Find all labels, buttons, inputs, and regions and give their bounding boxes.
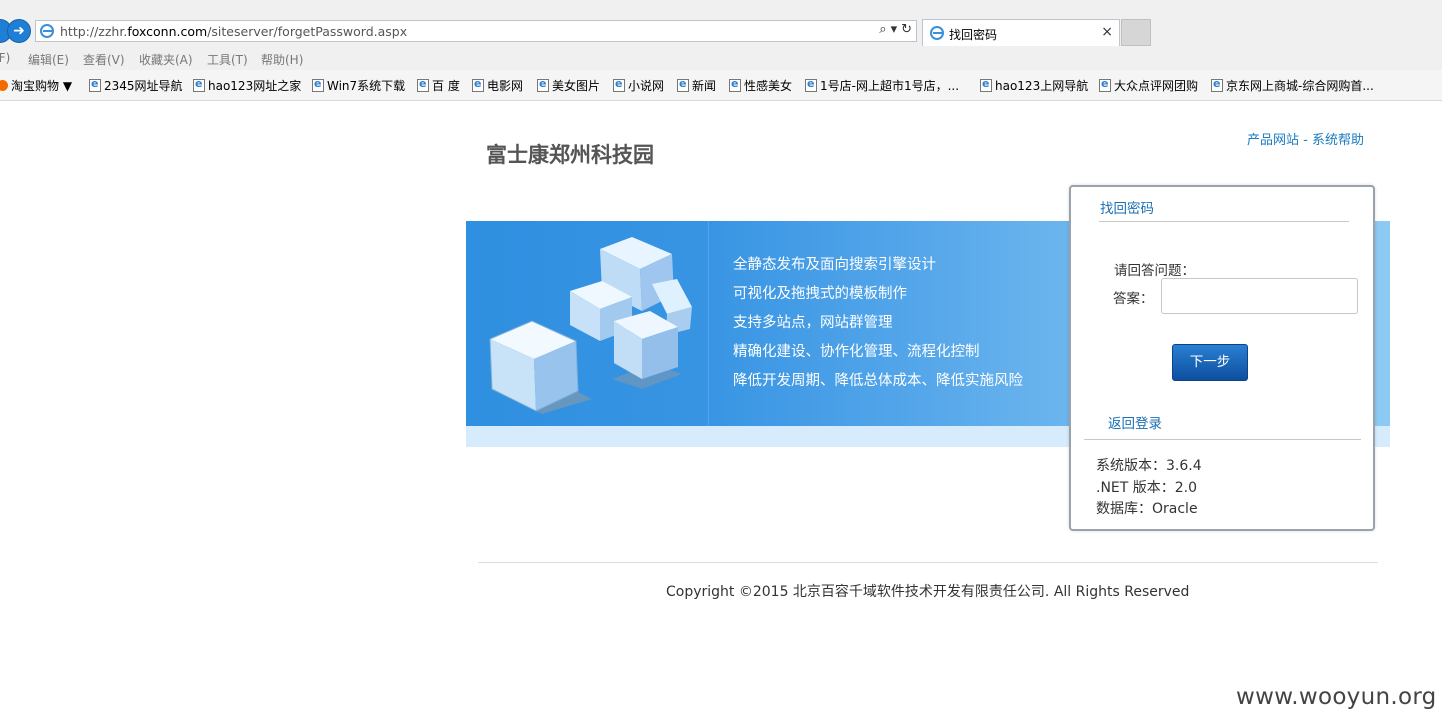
answer-label: 答案：: [1113, 291, 1154, 307]
feature-item: 精确化建设、协作化管理、流程化控制: [733, 344, 980, 360]
banner-divider: [708, 221, 709, 426]
tab-forget-password[interactable]: 找回密码 ×: [922, 19, 1120, 46]
menu-file[interactable]: (F): [0, 51, 10, 65]
refresh-icon[interactable]: ↻: [901, 22, 912, 37]
new-tab-button[interactable]: [1121, 19, 1151, 46]
dropdown-icon[interactable]: ▾: [891, 22, 898, 37]
database-info: 数据库：Oracle: [1096, 501, 1198, 517]
fav-item-baidu[interactable]: 百 度: [417, 77, 460, 94]
ie-page-icon: [472, 77, 484, 92]
copyright-text: Copyright ©2015 北京百容千域软件技术开发有限责任公司. All …: [666, 584, 1190, 600]
menu-bar: (F) 编辑(E) 查看(V) 收藏夹(A) 工具(T) 帮助(H): [0, 48, 1442, 70]
ie-page-icon: [1099, 77, 1111, 92]
fav-item-novel[interactable]: 小说网: [613, 77, 664, 94]
feature-item: 全静态发布及面向搜索引擎设计: [733, 257, 936, 273]
net-version: .NET 版本：2.0: [1096, 480, 1198, 496]
system-version: 系统版本：3.6.4: [1096, 458, 1202, 474]
menu-tools[interactable]: 工具(T): [207, 51, 248, 68]
fav-item-dianping[interactable]: 大众点评网团购: [1099, 77, 1198, 94]
feature-item: 降低开发周期、降低总体成本、降低实施风险: [733, 373, 1023, 389]
question-label: 请回答问题：: [1114, 263, 1195, 279]
ie-icon: [930, 26, 944, 40]
fav-item-hao123-nav[interactable]: hao123上网导航: [980, 77, 1088, 94]
menu-view[interactable]: 查看(V): [83, 51, 125, 68]
menu-favorites[interactable]: 收藏夹(A): [139, 51, 193, 68]
link-separator: -: [1299, 133, 1312, 148]
divider: [1099, 221, 1349, 222]
footer-divider: [478, 562, 1378, 563]
feature-item: 可视化及拖拽式的模板制作: [733, 286, 907, 302]
browser-toolbar: ➜ http://zzhr.foxconn.com/siteserver/for…: [0, 0, 1442, 48]
cubes-illustration: [489, 237, 692, 414]
ie-page-icon: [537, 77, 549, 92]
ie-icon: [40, 24, 54, 38]
fav-item-movie[interactable]: 电影网: [472, 77, 523, 94]
fav-item-pictures[interactable]: 美女图片: [537, 77, 600, 94]
panel-title: 找回密码: [1100, 201, 1154, 217]
forget-password-panel: 找回密码 请回答问题： 答案： 下一步 返回登录 系统版本：3.6.4 .NET…: [1069, 185, 1375, 531]
ie-page-icon: [980, 77, 992, 92]
divider: [1084, 439, 1361, 440]
next-button[interactable]: 下一步: [1172, 344, 1248, 381]
url-text[interactable]: http://zzhr.foxconn.com/siteserver/forge…: [60, 24, 407, 39]
answer-input[interactable]: [1161, 278, 1358, 314]
menu-edit[interactable]: 编辑(E): [28, 51, 69, 68]
search-icon[interactable]: ⌕: [879, 22, 886, 37]
ie-page-icon: [1211, 77, 1223, 92]
fav-item-2345[interactable]: 2345网址导航: [89, 77, 183, 94]
watermark: www.wooyun.org: [1236, 684, 1437, 710]
favorites-bar: 淘宝购物 ▼ 2345网址导航 hao123网址之家 Win7系统下载 百 度 …: [0, 70, 1442, 101]
site-title: 富士康郑州科技园: [486, 143, 654, 167]
fav-item-win7[interactable]: Win7系统下载: [312, 77, 405, 94]
address-bar[interactable]: http://zzhr.foxconn.com/siteserver/forge…: [35, 20, 917, 42]
forward-button[interactable]: ➜: [7, 19, 31, 43]
arrow-right-icon: ➜: [13, 23, 25, 39]
back-to-login-link[interactable]: 返回登录: [1108, 412, 1162, 432]
taobao-icon: [0, 80, 8, 91]
ie-page-icon: [417, 77, 429, 92]
tab-title: 找回密码: [949, 28, 998, 42]
ie-page-icon: [729, 77, 741, 92]
top-links: 产品网站 - 系统帮助: [1247, 129, 1364, 148]
ie-page-icon: [805, 77, 817, 92]
menu-help[interactable]: 帮助(H): [261, 51, 303, 68]
close-icon[interactable]: ×: [1101, 24, 1113, 40]
ie-page-icon: [89, 77, 101, 92]
ie-page-icon: [613, 77, 625, 92]
ie-page-icon: [193, 77, 205, 92]
ie-page-icon: [677, 77, 689, 92]
fav-item-news[interactable]: 新闻: [677, 77, 716, 94]
system-help-link[interactable]: 系统帮助: [1312, 133, 1364, 148]
feature-list: 全静态发布及面向搜索引擎设计 可视化及拖拽式的模板制作 支持多站点，网站群管理 …: [733, 255, 1023, 400]
fav-item-taobao[interactable]: 淘宝购物 ▼: [0, 77, 72, 94]
fav-item-beauty[interactable]: 性感美女: [729, 77, 792, 94]
feature-item: 支持多站点，网站群管理: [733, 315, 893, 331]
fav-item-yhd[interactable]: 1号店-网上超市1号店，...: [805, 77, 959, 94]
fav-item-hao123[interactable]: hao123网址之家: [193, 77, 301, 94]
fav-item-jd[interactable]: 京东网上商城-综合网购首...: [1211, 77, 1374, 94]
product-site-link[interactable]: 产品网站: [1247, 133, 1299, 148]
ie-page-icon: [312, 77, 324, 92]
